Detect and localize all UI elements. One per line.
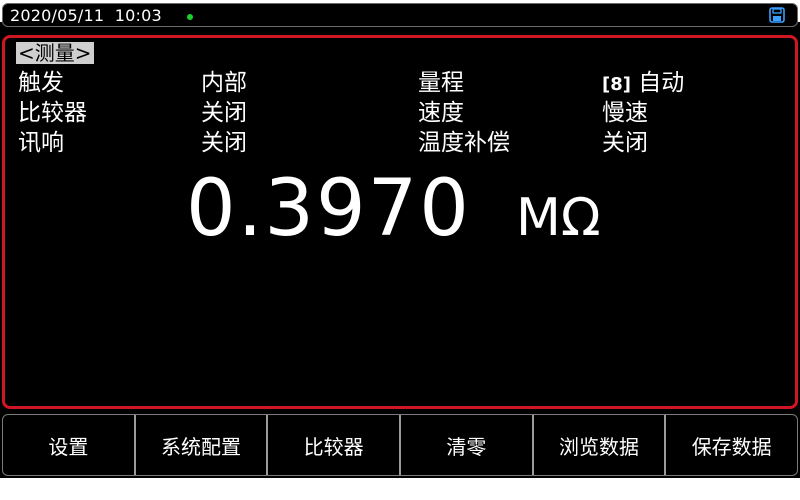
measurement-unit: MΩ	[516, 188, 601, 248]
softkey-system-config[interactable]: 系统配置	[136, 415, 269, 475]
softkey-bar: 设置 系统配置 比较器 清零 浏览数据 保存数据	[2, 414, 798, 476]
beep-value: 关闭	[201, 130, 247, 156]
range-label: 量程	[418, 70, 464, 96]
range-setting: [8] 自动	[602, 70, 684, 98]
softkey-browse-data[interactable]: 浏览数据	[534, 415, 667, 475]
measurement-reading: 0.3970	[186, 164, 471, 254]
trigger-label: 触发	[18, 70, 64, 96]
tempcomp-label: 温度补偿	[418, 130, 510, 156]
range-index: [8]	[602, 74, 631, 95]
datetime-display: 2020/05/11 10:03	[10, 6, 162, 25]
comparator-value: 关闭	[201, 100, 247, 126]
softkey-settings[interactable]: 设置	[3, 415, 136, 475]
beep-label: 讯响	[18, 130, 64, 156]
status-indicator-dot	[187, 14, 193, 20]
softkey-comparator[interactable]: 比较器	[268, 415, 402, 475]
softkey-zero[interactable]: 清零	[401, 415, 534, 475]
mode-tag: <测量>	[16, 41, 94, 65]
comparator-label: 比较器	[18, 100, 87, 126]
speed-value: 慢速	[602, 100, 648, 126]
range-value: 自动	[638, 70, 685, 96]
tempcomp-value: 关闭	[602, 130, 648, 156]
status-bar: 2020/05/11 10:03	[2, 3, 798, 27]
floppy-disk-icon[interactable]	[769, 7, 785, 23]
softkey-save-data[interactable]: 保存数据	[666, 415, 797, 475]
speed-label: 速度	[418, 100, 464, 126]
trigger-value: 内部	[201, 70, 247, 96]
